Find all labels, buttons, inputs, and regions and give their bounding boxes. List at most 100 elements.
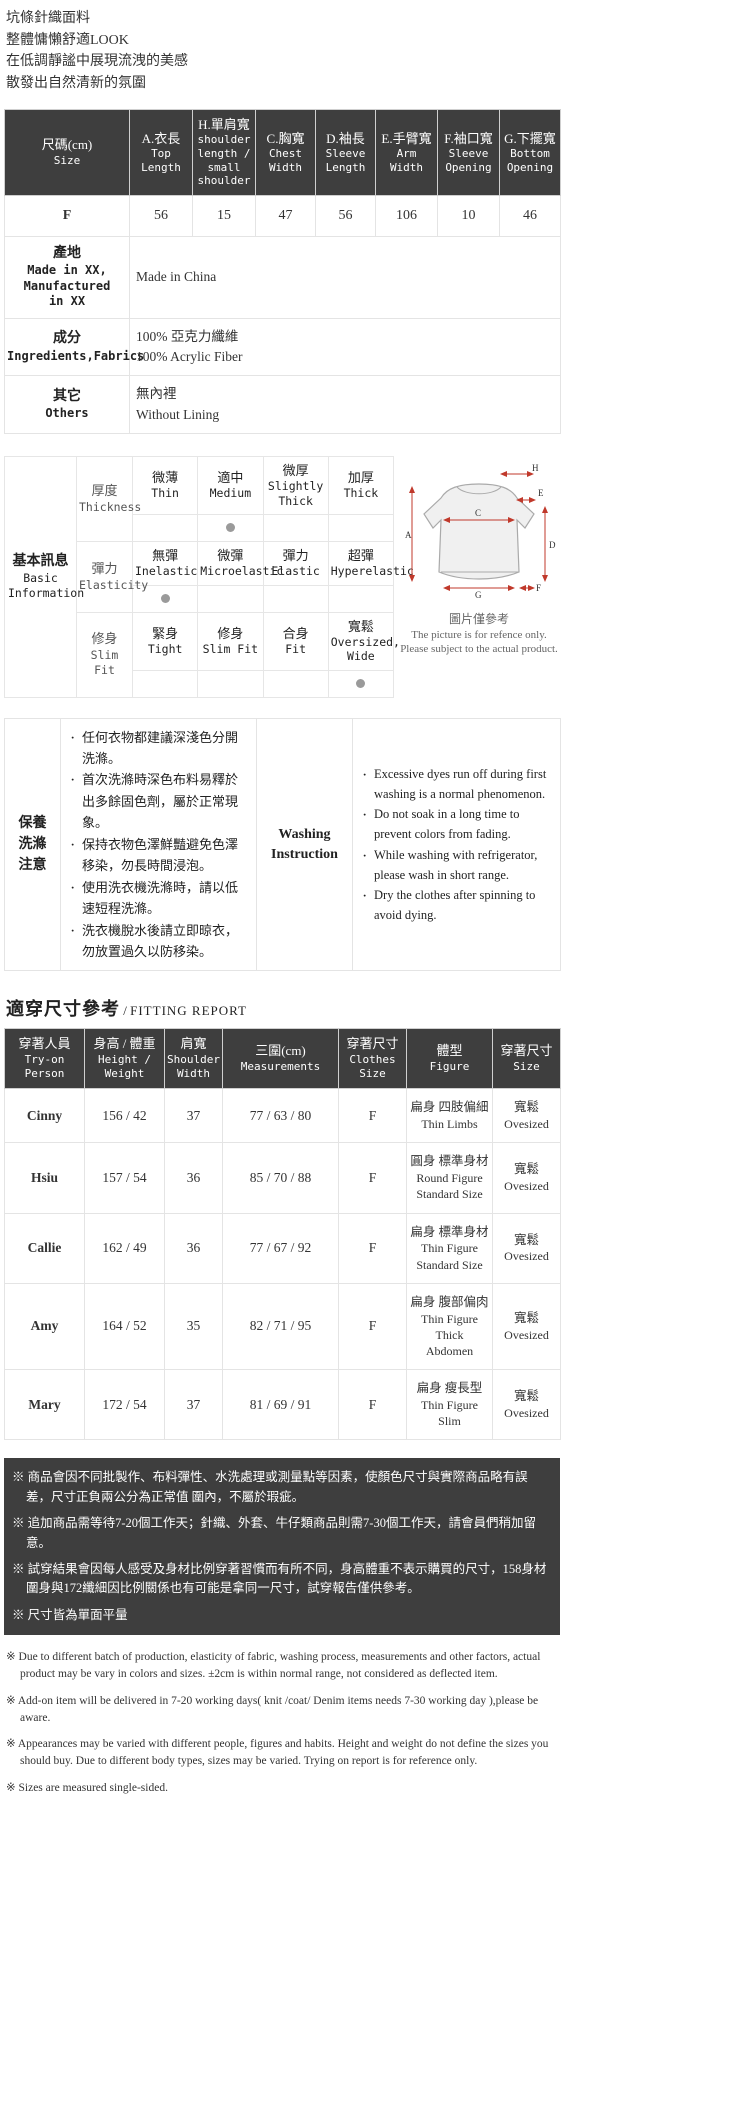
note-en: ※ Due to different batch of production, … [6, 1651, 541, 1681]
fit-option-tight: 緊身 Tight [131, 611, 199, 671]
fitting-header-clothes-size: 穿著尺寸 Clothes Size [338, 1028, 407, 1090]
fitting-cell-size: 寬鬆 Ovesized [492, 1142, 561, 1214]
table-row: Amy 164 / 52 35 82 / 71 / 95 F 扁身 腹部偏肉 T… [4, 1282, 561, 1371]
fabric-label: 成分 Ingredients,Fabrics [4, 317, 144, 377]
size-header-size: 尺碼(cm) Size [4, 108, 130, 197]
fitting-cell-figure: 扁身 瘦長型 Thin Figure Slim [406, 1369, 493, 1441]
washing-items-en: Excessive dyes run off during first wash… [352, 717, 561, 972]
size-cell-chest: 47 [255, 195, 316, 237]
svg-text:D: D [549, 540, 556, 550]
washing-item-en: Excessive dyes run off during first wash… [358, 763, 553, 805]
washing-list-en: Excessive dyes run off during first wash… [356, 760, 557, 930]
table-row: Callie 162 / 49 36 77 / 67 / 92 F 扁身 標準身… [4, 1212, 561, 1284]
fitting-cell-size: 寬鬆 Ovesized [492, 1282, 561, 1371]
svg-text:G: G [475, 590, 482, 600]
fitting-cell-figure: 圓身 標準身材 Round Figure Standard Size [406, 1142, 493, 1214]
elasticity-option-microelastic: 微彈 Microelastic [197, 540, 283, 586]
fabric-value: 100% 亞克力纖維 100% Acrylic Fiber [129, 317, 561, 377]
fitting-cell-size: 寬鬆 Ovesized [492, 1088, 561, 1144]
svg-text:F: F [536, 583, 541, 593]
size-header-bottom-opening: G.下擺寬 Bottom Opening [499, 108, 561, 197]
size-header-shoulder: H.單肩寬 shoulder length / small shoulder [192, 108, 256, 197]
fit-marker-slim [197, 669, 264, 698]
size-cell-bottom-opening: 46 [499, 195, 561, 237]
fitting-cell-person: Cinny [4, 1088, 85, 1144]
fitting-cell-figure: 扁身 腹部偏肉 Thin Figure Thick Abdomen [406, 1282, 493, 1371]
elasticity-option-inelastic: 無彈 Inelastic [131, 540, 199, 586]
thickness-marker-medium [197, 513, 264, 542]
fitting-cell-person: Mary [4, 1369, 85, 1441]
fitting-cell-figure: 扁身 標準身材 Thin Figure Standard Size [406, 1212, 493, 1284]
fit-marker-oversized [327, 669, 395, 698]
svg-text:H: H [532, 463, 539, 473]
note-cn: ※ 追加商品需等待7-20個工作天；針織、外套、牛仔類商品則需7-30個工作天，… [12, 1516, 536, 1550]
intro-line-4: 散發出自然清新的氛圍 [6, 76, 146, 92]
fitting-header-figure: 體型 Figure [406, 1028, 493, 1090]
size-table: 尺碼(cm) Size A.衣長 Top Length H.單肩寬 should… [4, 108, 561, 434]
fabric-row: 成分 Ingredients,Fabrics 100% 亞克力纖維 100% A… [4, 317, 561, 377]
fitting-cell-figure: 扁身 四肢偏細 Thin Limbs [406, 1088, 493, 1144]
others-label: 其它 Others [4, 375, 130, 434]
fitting-cell-clothes-size: F [338, 1088, 407, 1144]
selected-dot-icon [160, 593, 170, 603]
intro-line-1: 坑條針織面料 [6, 11, 90, 26]
washing-item-cn: 首次洗滌時深色布料易釋於出多餘固色劑，屬於正常現象。 [66, 768, 249, 833]
size-table-row: F 56 15 47 56 106 10 46 [4, 195, 561, 237]
note-cn: ※ 試穿結果會因每人感受及身材比例穿著習慣而有所不同，身高體重不表示購買的尺寸，… [12, 1561, 547, 1596]
fitting-cell-height-weight: 157 / 54 [84, 1142, 165, 1214]
fit-option-oversized: 寬鬆 Oversized, Wide [327, 611, 400, 671]
size-header-arm-width: E.手臂寬 Arm Width [375, 108, 438, 197]
fitting-cell-shoulder: 36 [164, 1212, 223, 1284]
elasticity-marker-microelastic [197, 584, 264, 613]
thickness-option-slightly-thick: 微厚 Slightly Thick [262, 455, 329, 515]
intro-line-2: 整體慵懶舒適LOOK [6, 32, 129, 48]
table-row: Mary 172 / 54 37 81 / 69 / 91 F 扁身 瘦長型 T… [4, 1369, 561, 1441]
svg-text:A: A [405, 530, 412, 540]
fitting-report-table: 穿著人員 Try-on Person 身高 / 體重 Height / Weig… [4, 1028, 561, 1441]
fitting-cell-clothes-size: F [338, 1282, 407, 1371]
fitting-cell-size: 寬鬆 Ovesized [492, 1212, 561, 1284]
fitting-cell-height-weight: 164 / 52 [84, 1282, 165, 1371]
elasticity-option-hyperelastic: 超彈 Hyperelastic [327, 540, 414, 586]
thickness-option-medium: 適中 Medium [197, 455, 264, 515]
size-header-sleeve-length: D.袖長 Sleeve Length [315, 108, 376, 197]
washing-label-cn: 保養 洗滌 注意 [4, 717, 61, 972]
fitting-report-title: 適穿尺寸參考 / FITTING REPORT [6, 999, 247, 1020]
washing-item-cn: 保持衣物色澤鮮豔避免色澤移染，勿長時間浸泡。 [66, 833, 249, 877]
table-row: Cinny 156 / 42 37 77 / 63 / 80 F 扁身 四肢偏細… [4, 1088, 561, 1144]
origin-value: Made in China [129, 236, 561, 319]
fitting-cell-person: Callie [4, 1212, 85, 1284]
fitting-cell-measurements: 77 / 63 / 80 [222, 1088, 339, 1144]
thickness-option-row: 基本訊息 Basic Information 厚度 Thickness 微薄 T… [4, 455, 395, 698]
fitting-cell-height-weight: 172 / 54 [84, 1369, 165, 1441]
fitting-cell-size: 寬鬆 Ovesized [492, 1369, 561, 1441]
fit-option-fit: 合身 Fit [262, 611, 329, 671]
fitting-cell-clothes-size: F [338, 1212, 407, 1284]
elasticity-marker-elastic [262, 584, 329, 613]
note-en: ※ Add-on item will be delivered in 7-20 … [6, 1694, 539, 1724]
washing-instruction-table: 保養 洗滌 注意 任何衣物都建議深淺色分開洗滌。 首次洗滌時深色布料易釋於出多餘… [4, 717, 561, 972]
thickness-option-thin: 微薄 Thin [131, 455, 199, 515]
fitting-cell-height-weight: 156 / 42 [84, 1088, 165, 1144]
others-value: 無內裡 Without Lining [129, 375, 561, 434]
thickness-option-thick: 加厚 Thick [327, 455, 395, 515]
fitting-header-height-weight: 身高 / 體重 Height / Weight [84, 1028, 165, 1090]
fitting-cell-measurements: 81 / 69 / 91 [222, 1369, 339, 1441]
size-table-header-row: 尺碼(cm) Size A.衣長 Top Length H.單肩寬 should… [4, 108, 561, 197]
fitting-header-size: 穿著尺寸 Size [492, 1028, 561, 1090]
size-cell-shoulder: 15 [192, 195, 256, 237]
selected-dot-icon [225, 522, 235, 532]
fitting-cell-shoulder: 35 [164, 1282, 223, 1371]
notes-chinese: ※ 商品會因不同批製作、布料彈性、水洗處理或測量點等因素，使顏色尺寸與實際商品略… [4, 1458, 560, 1636]
thickness-marker-slightly-thick [262, 513, 329, 542]
size-header-chest: C.胸寬 Chest Width [255, 108, 316, 197]
attr-fit-label: 修身 Slim Fit [76, 611, 133, 698]
size-header-sleeve-opening: F.袖口寬 Sleeve Opening [437, 108, 500, 197]
intro-line-3: 在低調靜謐中展現流洩的美感 [6, 54, 188, 70]
size-cell-top-length: 56 [129, 195, 193, 237]
fit-marker-tight [131, 669, 199, 698]
garment-measurement-diagram: A D C G H E F 圖片僅參考 The picture is for r… [394, 456, 560, 698]
basic-information-section: 基本訊息 Basic Information 厚度 Thickness 微薄 T… [4, 455, 560, 698]
fitting-cell-height-weight: 162 / 49 [84, 1212, 165, 1284]
notes-english: ※ Due to different batch of production, … [4, 1649, 560, 1832]
